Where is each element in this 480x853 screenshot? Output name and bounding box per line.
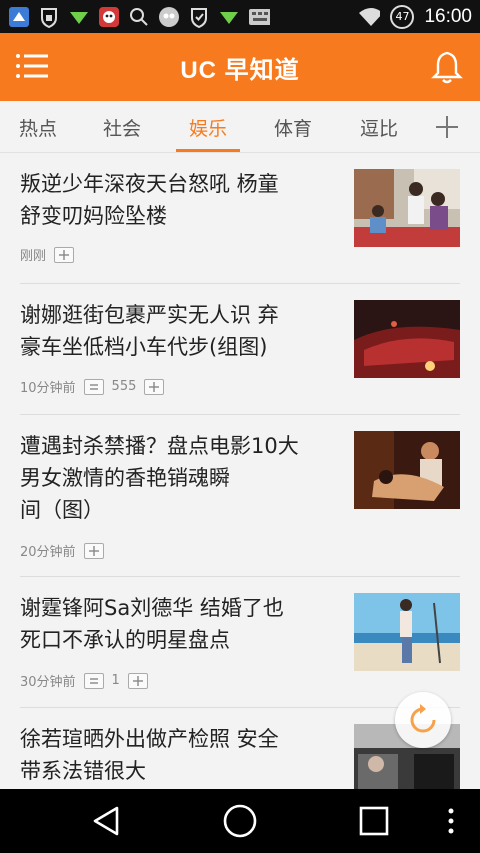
news-thumbnail[interactable]: [354, 169, 460, 247]
comment-count: 555: [111, 379, 137, 394]
more-icon: [448, 808, 454, 834]
news-time: 10分钟前: [20, 381, 76, 396]
comment-count: 1: [111, 673, 120, 688]
news-image: [354, 300, 460, 378]
tab-society[interactable]: 社会: [92, 101, 152, 153]
owl-icon: [158, 6, 180, 28]
news-meta: 10分钟前 555: [20, 377, 165, 396]
plus-icon: [436, 116, 458, 138]
back-icon: [93, 806, 119, 836]
news-meta: 30分钟前 1: [20, 671, 148, 690]
add-tab-button[interactable]: [430, 111, 464, 143]
keyboard-icon: [248, 6, 270, 28]
expand-button[interactable]: [54, 246, 75, 263]
expand-button[interactable]: [144, 378, 165, 395]
tab-funny[interactable]: 逗比: [349, 101, 409, 153]
plus-icon: [149, 381, 160, 392]
news-thumbnail[interactable]: [354, 300, 460, 378]
shield-icon: [188, 6, 210, 28]
news-title: 谢霆锋阿Sa刘德华 结婚了也 死口不承认的明星盘点: [20, 596, 284, 652]
refresh-icon: [410, 704, 436, 733]
tab-sports[interactable]: 体育: [263, 101, 323, 153]
news-time: 20分钟前: [20, 545, 76, 560]
plus-icon: [132, 675, 143, 686]
search-icon: [128, 6, 150, 28]
news-image: [354, 593, 460, 671]
system-nav-bar: [0, 789, 480, 853]
expand-button[interactable]: [127, 672, 148, 689]
app-title: UC 早知道: [180, 56, 300, 84]
send-icon: [218, 6, 240, 28]
news-item[interactable]: 谢霆锋阿Sa刘德华 结婚了也 死口不承认的明星盘点 30分钟前 1: [0, 577, 480, 708]
news-time: 30分钟前: [20, 675, 76, 690]
active-tab-indicator: [176, 149, 240, 152]
send-icon: [68, 6, 90, 28]
menu-button[interactable]: [14, 51, 50, 81]
plus-icon: [59, 249, 70, 260]
bell-icon: [431, 51, 463, 84]
news-title: 谢娜逛街包裹严实无人识 弃 豪车坐低档小车代步(组图): [20, 303, 279, 359]
plus-icon: [88, 545, 99, 556]
status-bar: 47 16:00: [0, 0, 480, 33]
news-image: [354, 169, 460, 247]
app-icon: [8, 6, 30, 28]
lock-icon: [38, 6, 60, 28]
battery-indicator: 47: [390, 4, 415, 29]
menu-icon: [16, 54, 48, 78]
home-button[interactable]: [218, 801, 262, 841]
more-button[interactable]: [436, 801, 466, 841]
back-button[interactable]: [84, 801, 128, 841]
recents-icon: [359, 806, 389, 836]
news-title: 叛逆少年深夜天台怒吼 杨童 舒变叨妈险坠楼: [20, 172, 279, 228]
category-tabs: 热点 社会 娱乐 体育 逗比: [0, 101, 480, 153]
refresh-button[interactable]: [395, 692, 451, 748]
news-time: 刚刚: [20, 249, 47, 264]
tab-entertainment[interactable]: 娱乐: [178, 101, 238, 153]
news-image: [354, 431, 460, 509]
news-title: 徐若瑄晒外出做产检照 安全 带系法错很大: [20, 727, 279, 783]
app-header: UC 早知道: [0, 33, 480, 101]
home-icon: [223, 804, 257, 838]
news-thumbnail[interactable]: [354, 431, 460, 509]
mascot-icon: [98, 6, 120, 28]
wifi-icon: [358, 6, 381, 28]
notification-button[interactable]: [430, 49, 464, 85]
news-item[interactable]: 谢娜逛街包裹严实无人识 弃 豪车坐低档小车代步(组图) 10分钟前 555: [0, 284, 480, 414]
news-thumbnail[interactable]: [354, 593, 460, 671]
recents-button[interactable]: [352, 801, 396, 841]
news-item[interactable]: 遭遇封杀禁播？盘点电影10大 男女激情的香艳销魂瞬 间（图） 20分钟前: [0, 415, 480, 577]
news-item[interactable]: 叛逆少年深夜天台怒吼 杨童 舒变叨妈险坠楼 刚刚: [0, 153, 480, 283]
tab-hot[interactable]: 热点: [8, 101, 68, 153]
news-title: 遭遇封杀禁播？盘点电影10大 男女激情的香艳销魂瞬 间（图）: [20, 434, 299, 522]
expand-button[interactable]: [83, 542, 104, 559]
comment-icon[interactable]: [83, 378, 104, 395]
news-meta: 刚刚: [20, 245, 75, 264]
news-feed[interactable]: 叛逆少年深夜天台怒吼 杨童 舒变叨妈险坠楼 刚刚 谢娜逛街包裹严实无人识 弃 豪…: [0, 153, 480, 789]
news-meta: 20分钟前: [20, 541, 104, 560]
comment-icon[interactable]: [83, 672, 104, 689]
clock: 16:00: [424, 5, 472, 27]
